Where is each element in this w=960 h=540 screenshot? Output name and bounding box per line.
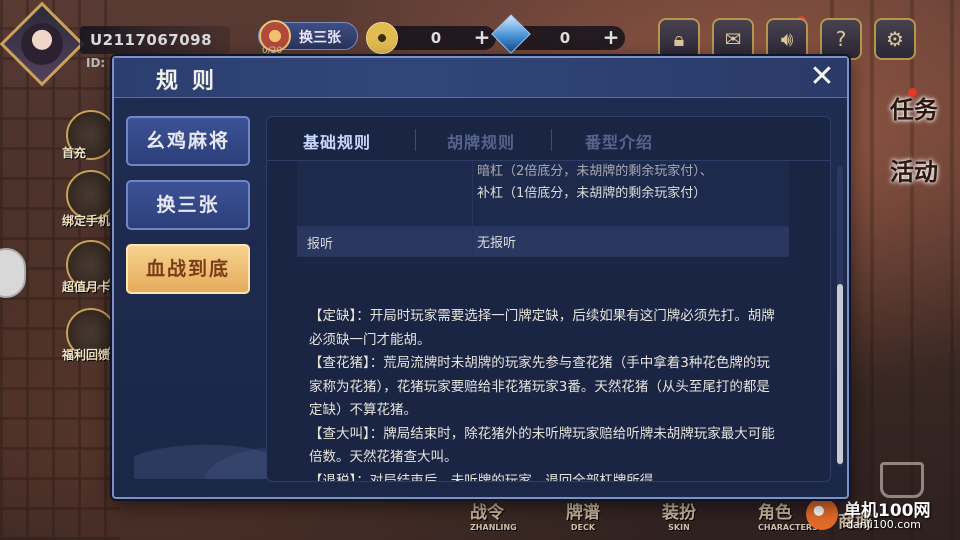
rules-content-panel: 基础规则 胡牌规则 番型介绍 暗杠（2倍底分，未胡牌的剩余玩家付）、 补杠（1倍… xyxy=(266,116,831,482)
gem-currency: 0 + xyxy=(491,14,625,54)
nav-zhanling-label: 战令 xyxy=(470,503,504,523)
close-button[interactable]: ✕ xyxy=(807,62,837,93)
rule-dingque: 【定缺】：开局时玩家需要选择一门牌定缺，后续如果有这门牌必须先打。胡牌必须缺一门… xyxy=(309,308,775,348)
nav-deck-label: 牌谱 xyxy=(566,503,600,523)
lock-button[interactable]: 🔒︎ xyxy=(658,18,700,60)
desc-line: 暗杠（2倍底分，未胡牌的剩余玩家付）、 xyxy=(477,164,713,179)
lock-icon: 🔒︎ xyxy=(673,27,685,51)
watermark-url: danji100.com xyxy=(846,518,921,531)
gear-icon: ⚙ xyxy=(886,27,904,51)
monthly-card-label: 超值月卡 xyxy=(62,280,111,294)
cart-icon xyxy=(880,462,924,498)
avatar-image xyxy=(20,23,63,65)
rule-cha-huazhu: 【查花猪】：荒局流牌时未胡牌的玩家先参与查花猪（手中拿着3种花色牌的玩家称为花猪… xyxy=(309,355,770,418)
help-button[interactable]: ? xyxy=(820,18,862,60)
menu-swap-three[interactable]: 换三张 xyxy=(126,180,250,230)
question-icon: ? xyxy=(835,27,847,51)
settings-button[interactable]: ⚙ xyxy=(874,18,916,60)
table-cell-desc: 暗杠（2倍底分，未胡牌的剩余玩家付）、 补杠（1倍底分，未胡牌的剩余玩家付） xyxy=(477,161,787,205)
sound-button[interactable]: 🔊︎ xyxy=(766,18,808,60)
tab-fan-types[interactable]: 番型介绍 xyxy=(585,129,653,153)
nav-skin[interactable]: 装扮 SKIN xyxy=(662,498,696,532)
background-pillars xyxy=(830,0,960,540)
first-recharge-label: 首充 xyxy=(62,146,87,160)
rules-table: 暗杠（2倍底分，未胡牌的剩余玩家付）、 补杠（1倍底分，未胡牌的剩余玩家付） 报… xyxy=(297,161,789,257)
table-row: 报听 无报听 xyxy=(297,227,789,257)
menu-yaoji-mahjong[interactable]: 幺鸡麻将 xyxy=(126,116,250,166)
watermark-logo-icon xyxy=(806,498,838,530)
table-cell-name: 报听 xyxy=(307,237,334,252)
nav-deck-sub: DECK xyxy=(570,523,596,532)
desc-line: 补杠（1倍底分，未胡牌的剩余玩家付） xyxy=(477,186,707,201)
add-coin-button[interactable]: + xyxy=(472,27,492,48)
mail-button[interactable]: ✉ xyxy=(712,18,754,60)
table-cell-desc: 无报听 xyxy=(477,236,517,251)
coin-currency: 0 + xyxy=(366,22,496,54)
tab-basic-rules[interactable]: 基础规则 xyxy=(303,129,371,153)
nav-zhanling[interactable]: 战令 ZHANLING xyxy=(470,498,517,532)
menu-blood-battle[interactable]: 血战到底 xyxy=(126,244,250,294)
tab-win-rules[interactable]: 胡牌规则 xyxy=(447,129,515,153)
id-label: ID: xyxy=(86,56,106,70)
rules-text: 【定缺】：开局时玩家需要选择一门牌定缺，后续如果有这门牌必须先打。胡牌必须缺一门… xyxy=(309,305,779,482)
rule-cha-dajiao: 【查大叫】：牌局结束时，除花猪外的未听牌玩家赔给听牌未胡牌玩家最大可能倍数。天然… xyxy=(309,425,775,466)
tab-divider xyxy=(415,129,416,151)
scrollbar[interactable] xyxy=(837,166,843,466)
activity-button[interactable]: 活动 xyxy=(890,152,946,187)
cell-divider xyxy=(472,227,473,256)
watermark: 单机100网 danji100.com xyxy=(806,496,956,536)
add-gem-button[interactable]: + xyxy=(601,27,621,48)
tab-divider xyxy=(551,129,552,151)
mail-icon: ✉ xyxy=(724,27,742,51)
user-id: U2117067098 xyxy=(80,26,230,54)
mode-chip-label: 换三张 xyxy=(299,30,341,46)
dialog-title: 规则 xyxy=(156,68,229,94)
dialog-header: 规则 ✕ xyxy=(114,58,847,98)
rule-tuishui: 【退税】：对局结束后，未听牌的玩家，退回全部杠牌所得。 xyxy=(309,472,667,482)
nav-characters-label: 角色 xyxy=(758,503,792,523)
nav-zhanling-sub: ZHANLING xyxy=(470,523,517,532)
close-icon: ✕ xyxy=(809,59,835,94)
scrollbar-thumb[interactable] xyxy=(837,284,843,464)
cell-divider xyxy=(472,161,473,226)
rules-dialog: 规则 ✕ 幺鸡麻将 换三张 血战到底 基础规则 胡牌规则 番型介绍 暗杠（2倍底… xyxy=(112,56,849,499)
task-notification-dot xyxy=(908,88,917,97)
mode-chip-progress: 0/20 xyxy=(262,46,283,56)
rules-tabs: 基础规则 胡牌规则 番型介绍 xyxy=(267,117,830,161)
speaker-icon: 🔊︎ xyxy=(780,27,794,51)
bind-phone-label: 绑定手机 xyxy=(62,214,111,228)
nav-skin-label: 装扮 xyxy=(662,503,696,523)
nav-deck[interactable]: 牌谱 DECK xyxy=(566,498,600,532)
table-row: 暗杠（2倍底分，未胡牌的剩余玩家付）、 补杠（1倍底分，未胡牌的剩余玩家付） xyxy=(297,161,789,227)
task-button[interactable]: 任务 xyxy=(890,90,946,125)
nav-skin-sub: SKIN xyxy=(668,523,690,532)
welfare-label: 福利回馈 xyxy=(62,348,111,362)
